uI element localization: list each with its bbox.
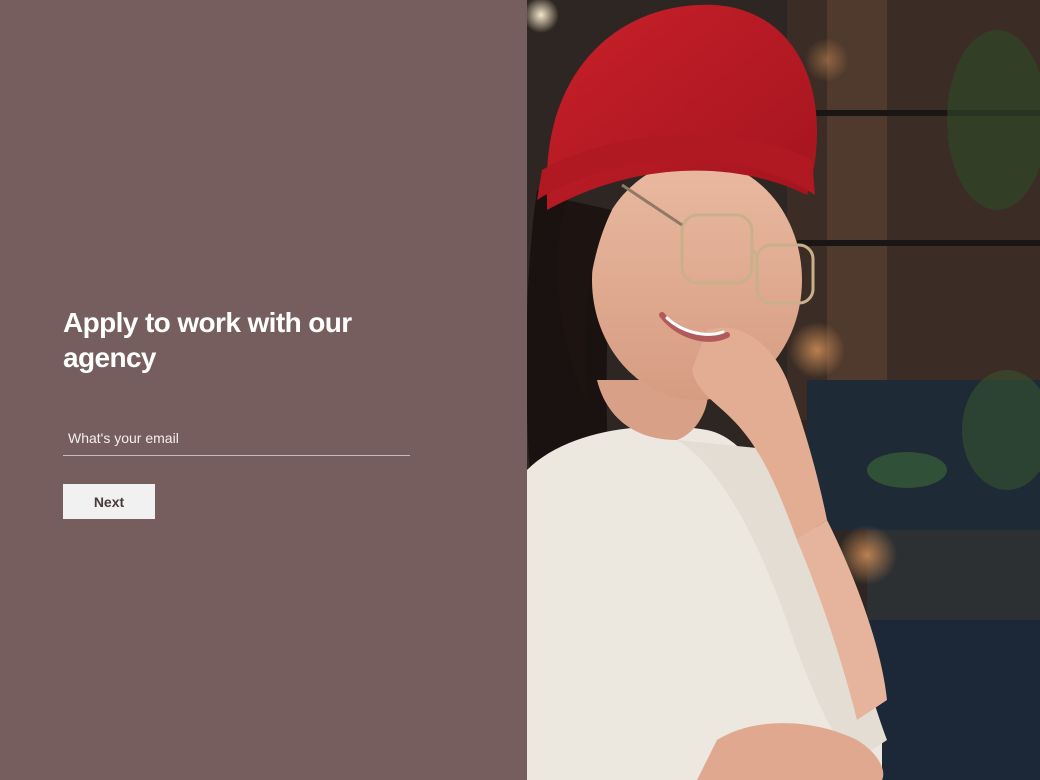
form-panel: Apply to work with our agency Next [0,0,527,780]
email-field[interactable] [63,420,410,456]
hero-image [527,0,1040,780]
hero-photo-illustration [527,0,1040,780]
page-title: Apply to work with our agency [63,307,352,373]
email-input[interactable] [63,420,410,455]
next-button[interactable]: Next [63,484,155,519]
